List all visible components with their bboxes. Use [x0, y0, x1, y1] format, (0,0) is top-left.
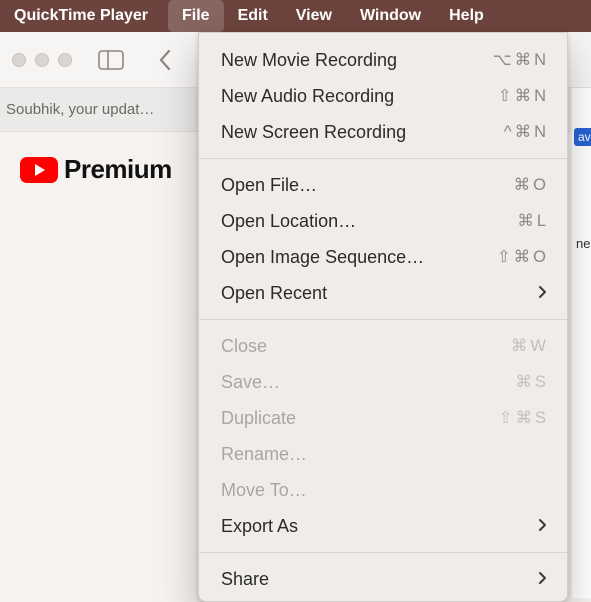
- menu-item-shortcut: ⇧⌘N: [498, 86, 547, 106]
- menu-separator: [199, 158, 567, 159]
- window-minimize-icon[interactable]: [35, 53, 49, 67]
- menu-item-label: Move To…: [221, 480, 547, 501]
- menu-item-duplicate: Duplicate⇧⌘S: [199, 400, 567, 436]
- menu-item-shortcut: ⌘L: [517, 211, 547, 231]
- menu-item-new-movie-recording[interactable]: New Movie Recording⌥⌘N: [199, 42, 567, 78]
- menu-item-shortcut: ⌥⌘N: [493, 50, 547, 70]
- menu-item-label: Duplicate: [221, 408, 499, 429]
- menubar: QuickTime Player File Edit View Window H…: [0, 0, 591, 32]
- window-close-icon[interactable]: [12, 53, 26, 67]
- menu-item-close: Close⌘W: [199, 328, 567, 364]
- menu-item-open-file[interactable]: Open File…⌘O: [199, 167, 567, 203]
- sidebar-toggle-icon[interactable]: [96, 45, 126, 75]
- menu-item-label: Rename…: [221, 444, 547, 465]
- sidebar-text-fragment: ne: [576, 236, 590, 251]
- menu-item-shortcut: ⌘O: [514, 175, 547, 195]
- menu-item-shortcut: ⇧⌘S: [499, 408, 547, 428]
- sidebar-chip: av: [574, 128, 591, 146]
- premium-text: Premium: [64, 154, 172, 185]
- menu-help[interactable]: Help: [435, 0, 498, 32]
- menu-item-label: Share: [221, 569, 538, 590]
- menu-item-open-image-sequence[interactable]: Open Image Sequence…⇧⌘O: [199, 239, 567, 275]
- menu-item-open-recent[interactable]: Open Recent: [199, 275, 567, 311]
- menu-item-label: New Audio Recording: [221, 86, 498, 107]
- menu-item-label: Export As: [221, 516, 538, 537]
- menu-item-label: Open File…: [221, 175, 514, 196]
- chevron-right-icon: [538, 569, 547, 590]
- window-traffic-lights[interactable]: [8, 53, 72, 67]
- app-name: QuickTime Player: [14, 7, 148, 25]
- menu-item-share[interactable]: Share: [199, 561, 567, 597]
- menu-item-label: New Screen Recording: [221, 122, 504, 143]
- back-button[interactable]: [150, 45, 180, 75]
- menu-item-move-to: Move To…: [199, 472, 567, 508]
- menu-item-label: Open Recent: [221, 283, 538, 304]
- menu-item-shortcut: ⌘W: [511, 336, 547, 356]
- menu-view[interactable]: View: [282, 0, 346, 32]
- menu-item-shortcut: ^⌘N: [504, 122, 547, 142]
- menu-item-export-as[interactable]: Export As: [199, 508, 567, 544]
- menu-item-shortcut: ⇧⌘O: [497, 247, 547, 267]
- menu-item-rename: Rename…: [199, 436, 567, 472]
- menu-item-open-location[interactable]: Open Location…⌘L: [199, 203, 567, 239]
- chevron-right-icon: [538, 516, 547, 537]
- menu-separator: [199, 319, 567, 320]
- menu-item-label: Save…: [221, 372, 515, 393]
- menu-item-label: Open Image Sequence…: [221, 247, 497, 268]
- menu-window[interactable]: Window: [346, 0, 435, 32]
- window-zoom-icon[interactable]: [58, 53, 72, 67]
- menu-file[interactable]: File: [168, 0, 224, 32]
- youtube-play-icon: [20, 157, 58, 183]
- menu-item-label: New Movie Recording: [221, 50, 493, 71]
- menu-item-label: Close: [221, 336, 511, 357]
- tab-title: Soubhik, your updat…: [6, 101, 154, 118]
- menu-edit[interactable]: Edit: [224, 0, 282, 32]
- menu-item-new-screen-recording[interactable]: New Screen Recording^⌘N: [199, 114, 567, 150]
- file-menu-dropdown: New Movie Recording⌥⌘NNew Audio Recordin…: [198, 32, 568, 602]
- right-sidebar-fragment: av ne: [571, 88, 591, 598]
- menu-separator: [199, 552, 567, 553]
- chevron-right-icon: [538, 283, 547, 304]
- menu-item-save: Save…⌘S: [199, 364, 567, 400]
- menu-item-label: Open Location…: [221, 211, 517, 232]
- menu-item-new-audio-recording[interactable]: New Audio Recording⇧⌘N: [199, 78, 567, 114]
- menu-item-shortcut: ⌘S: [515, 372, 547, 392]
